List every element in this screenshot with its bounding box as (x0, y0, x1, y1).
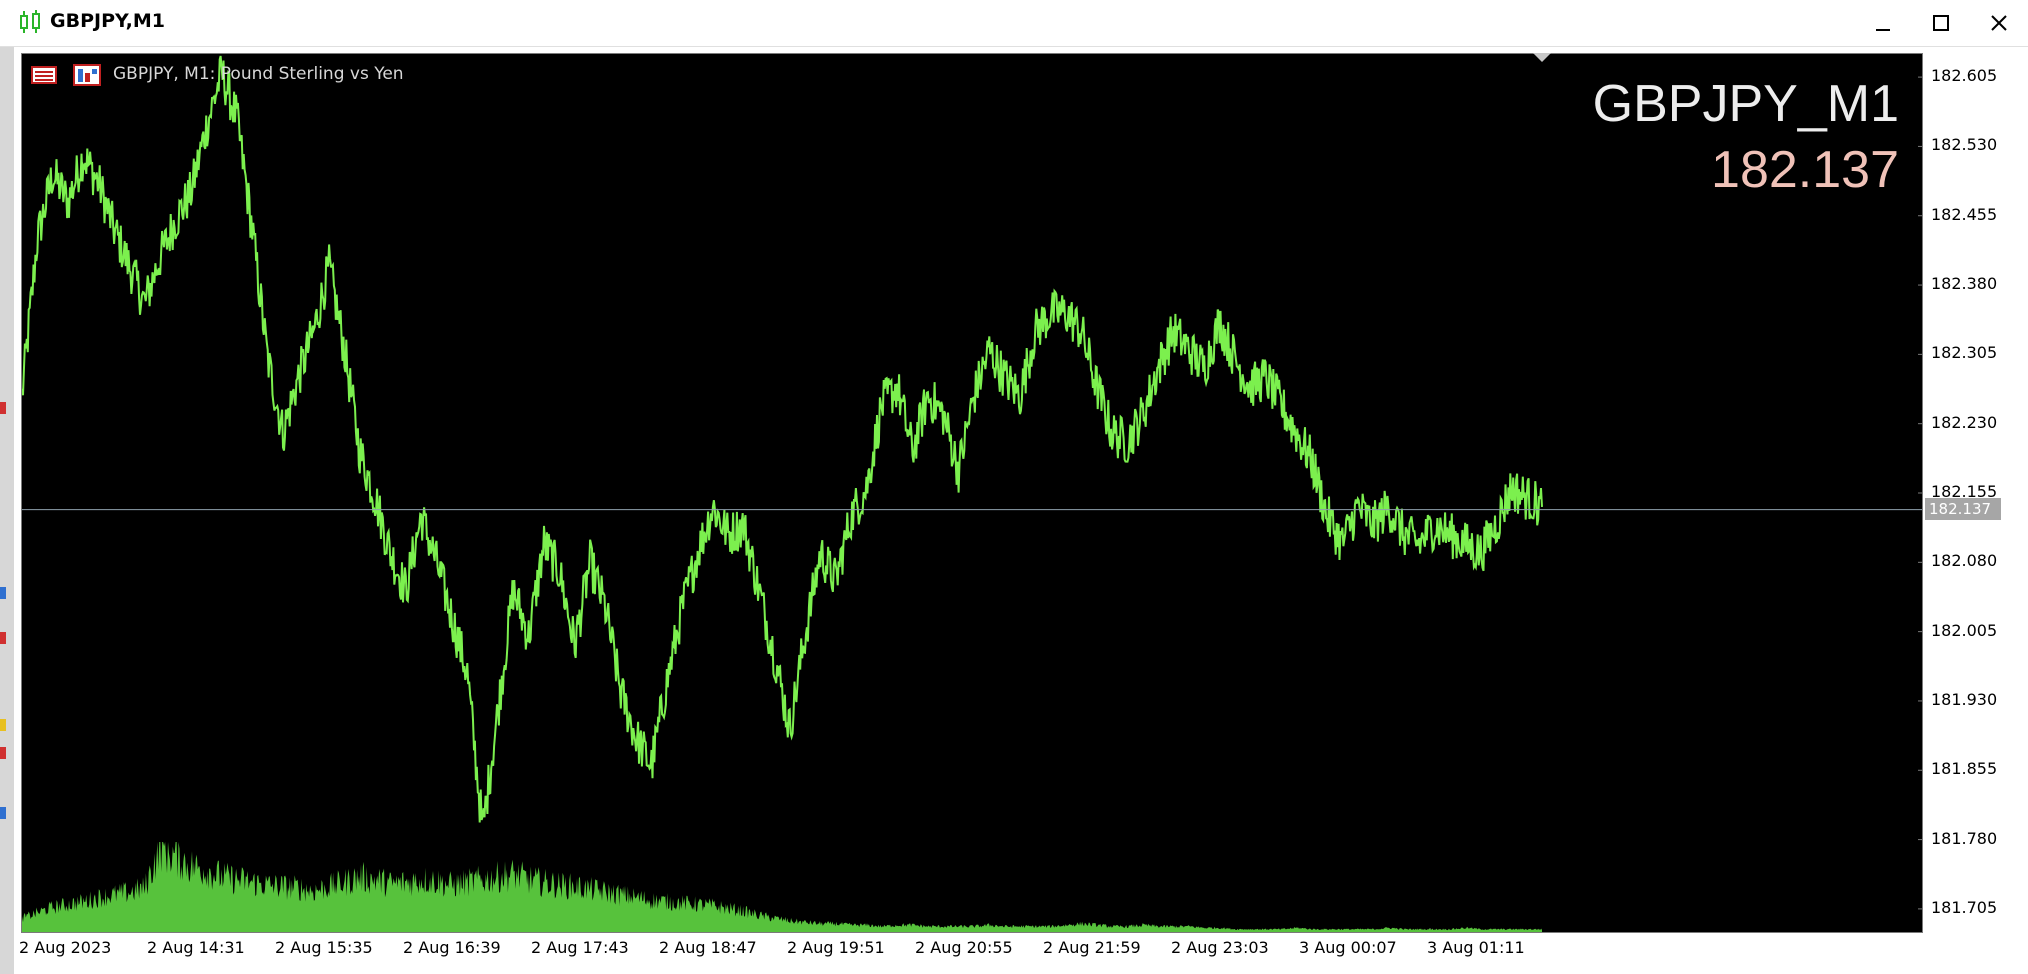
time-axis-tick-label: 2 Aug 23:03 (1171, 938, 1269, 957)
close-button[interactable] (1970, 0, 2028, 46)
chart-plot-area[interactable] (21, 53, 1923, 933)
chart-shift-marker[interactable] (1533, 53, 1551, 62)
minimize-icon (1876, 29, 1890, 31)
time-axis-tick-label: 2 Aug 20:55 (915, 938, 1013, 957)
price-axis-tick-label: 182.530 (1931, 135, 1998, 155)
left-edge-strip (0, 47, 14, 974)
maximize-button[interactable] (1912, 0, 1970, 46)
time-axis-tick-label: 3 Aug 00:07 (1299, 938, 1397, 957)
price-axis-tick-label: 182.005 (1931, 620, 1998, 640)
left-edge-marker (0, 719, 6, 731)
window-title: GBPJPY,M1 (50, 10, 165, 32)
chart-symbol-label: GBPJPY, M1: Pound Sterling vs Yen (113, 64, 404, 84)
volume-histogram (22, 842, 1542, 932)
price-chart-svg (22, 55, 1922, 932)
time-axis-tick-label: 2 Aug 15:35 (275, 938, 373, 957)
minimize-button[interactable] (1854, 0, 1912, 46)
time-axis-tick-label: 2 Aug 19:51 (787, 938, 885, 957)
time-axis-tick-label: 2 Aug 21:59 (1043, 938, 1141, 957)
price-axis-tick-label: 182.080 (1931, 551, 1998, 571)
price-axis-tick-label: 181.930 (1931, 689, 1998, 709)
time-axis-tick-label: 3 Aug 01:11 (1427, 938, 1525, 957)
price-axis-tick-label: 181.855 (1931, 759, 1998, 779)
left-edge-marker (0, 747, 6, 759)
left-edge-marker (0, 632, 6, 644)
market-watch-icon[interactable] (31, 66, 57, 84)
price-axis-tick-label: 182.305 (1931, 343, 1998, 363)
time-axis-tick-label: 2 Aug 18:47 (659, 938, 757, 957)
close-icon (1991, 15, 2007, 31)
time-axis-tick-label: 2 Aug 14:31 (147, 938, 245, 957)
left-edge-marker (0, 807, 6, 819)
price-axis-tick-label: 181.705 (1931, 897, 1998, 917)
time-axis-tick-label: 2 Aug 17:43 (531, 938, 629, 957)
price-overlay: 182.137 (1711, 141, 1899, 199)
current-price-tag: 182.137 (1925, 497, 2001, 520)
depth-of-market-icon[interactable] (73, 64, 101, 86)
price-line (22, 55, 1543, 823)
maximize-icon (1933, 15, 1949, 31)
price-axis-tick-label: 181.780 (1931, 828, 1998, 848)
window-titlebar: GBPJPY,M1 (0, 0, 2028, 47)
candlestick-app-icon (20, 10, 40, 33)
left-edge-marker (0, 587, 6, 599)
price-axis-tick-label: 182.230 (1931, 412, 1998, 432)
symbol-overlay: GBPJPY_M1 (1592, 75, 1899, 133)
left-edge-marker (0, 402, 6, 414)
price-axis-tick-label: 182.455 (1931, 204, 1998, 224)
time-axis-tick-label: 2 Aug 2023 (19, 938, 112, 957)
price-axis-tick-label: 182.605 (1931, 66, 1998, 86)
time-axis-tick-label: 2 Aug 16:39 (403, 938, 501, 957)
price-axis-tick-label: 182.380 (1931, 274, 1998, 294)
